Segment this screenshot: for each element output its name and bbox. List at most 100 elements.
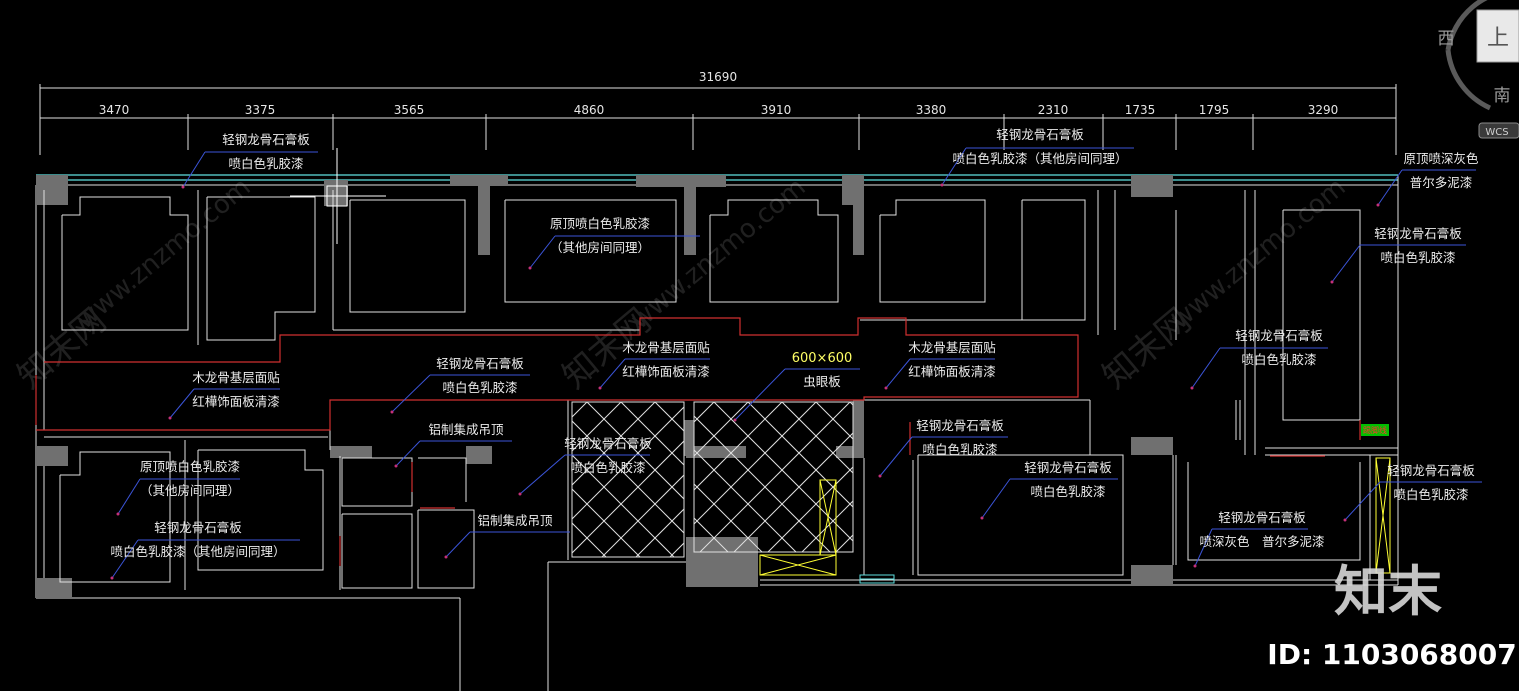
tile-line [572,406,684,520]
leader-endpoint [110,576,114,580]
brand-watermark: 知末 ID: 1103068007 [1267,560,1516,671]
dimension-segment: 3910 [761,103,792,117]
diagonal-tile-grid [496,401,854,558]
leader-endpoint [168,416,172,420]
dimension-segment: 3380 [916,103,947,117]
leader-endpoint [980,516,984,520]
annotation-line2: 喷白色乳胶漆 [228,156,303,171]
leader-endpoint [444,555,448,559]
annotation-callout: 轻钢龙骨石膏板喷白色乳胶漆（其他房间同理） [110,520,300,580]
annotation-line2: 红樺饰面板清漆 [192,394,280,409]
annotation-line2: 喷白色乳胶漆 [1380,250,1455,265]
annotation-line2: 红樺饰面板清漆 [908,364,996,379]
leader-line [182,151,206,188]
annotation-line1: 轻钢龙骨石膏板 [222,132,310,147]
annotation-line1: 轻钢龙骨石膏板 [154,520,242,535]
leader-endpoint [884,386,888,390]
tile-line [694,449,797,552]
annotation-line1: 轻钢龙骨石膏板 [564,436,652,451]
leader-line [395,440,421,467]
leader-endpoint [733,418,737,422]
leader-endpoint [1190,386,1194,390]
tile-line [694,415,831,552]
leader-line [1331,244,1361,283]
annotation-line1: 木龙骨基层面贴 [908,340,996,355]
crosshair-cursor[interactable] [290,148,386,244]
dimension-segment: 3290 [1308,103,1339,117]
dimension-segment: 2310 [1038,103,1069,117]
cad-drawing[interactable]: 知末网 www.znzmo.com 知末网 www.znzmo.com 知末网 … [0,0,1519,691]
tile-line [694,517,729,552]
annotation-callout: 轻钢龙骨石膏板喷白色乳胶漆（其他房间同理） [940,127,1134,187]
annotation-callout: 轻钢龙骨石膏板喷深灰色 普尔多泥漆 [1193,510,1325,568]
viewcube-west-label[interactable]: 西 [1438,29,1455,49]
annotation-line1: 原顶喷深灰色 [1403,151,1479,166]
annotation-line1: 木龙骨基层面贴 [622,340,710,355]
leader-line [117,478,141,515]
annotation-line1: 铝制集成吊顶 [477,513,553,528]
tile-line [713,402,853,542]
annotation-callout: 轻钢龙骨石膏板喷白色乳胶漆 [1190,328,1328,390]
annotation-line1: 轻钢龙骨石膏板 [1235,328,1323,343]
annotation-line2: 普尔多泥漆 [1410,175,1473,190]
annotation-line2: 喷白色乳胶漆 [1393,487,1468,502]
annotation-line1: 木龙骨基层面贴 [192,370,280,385]
annotation-line1: 轻钢龙骨石膏板 [1024,460,1112,475]
annotation-callout: 木龙骨基层面贴红樺饰面板清漆 [168,370,280,420]
dimension-segment: 1795 [1199,103,1230,117]
leader-endpoint [518,492,522,496]
annotation-line2: 虫眼板 [803,374,841,389]
annotation-callout: 轻钢龙骨石膏板喷白色乳胶漆 [390,356,530,414]
dimension-total: 31690 [699,70,737,84]
annotation-line2: （其他房间同理） [550,240,650,255]
annotation-line1: 轻钢龙骨石膏板 [436,356,524,371]
brand-logo: 知末 [1334,560,1442,623]
tile-line [767,466,853,552]
leader-endpoint [528,266,532,270]
viewcube-south-label[interactable]: 南 [1494,86,1511,106]
annotation-line2: 喷白色乳胶漆 [1241,352,1316,367]
annotation-callout: 轻钢龙骨石膏板喷白色乳胶漆 [878,418,1008,478]
annotation-line1: 原顶喷白色乳胶漆 [550,216,650,231]
annotation-line1: 轻钢龙骨石膏板 [1218,510,1306,525]
annotation-line2: 喷白色乳胶漆 [1030,484,1105,499]
tile-line [747,402,853,508]
annotation-line2: 红樺饰面板清漆 [622,364,710,379]
annotation-line1: 铝制集成吊顶 [428,422,504,437]
leader-endpoint [390,410,394,414]
annotation-line2: 喷白色乳胶漆 [922,442,997,457]
leader-line [981,478,1011,519]
tile-line [496,402,646,552]
tile-line [694,402,783,491]
leader-line [1344,481,1381,521]
annotation-callout: 轻钢龙骨石膏板喷白色乳胶漆 [1343,463,1482,522]
leader-line [734,368,786,421]
annotation-line2: 喷深灰色 普尔多泥漆 [1199,534,1324,549]
baseboard-marker: 踢脚线 [1361,424,1389,436]
leader-endpoint [1343,518,1347,522]
tile-line [530,402,680,552]
leader-endpoint [116,512,120,516]
annotation-line2: 喷白色乳胶漆（其他房间同理） [110,544,285,559]
annotation-line2: 喷白色乳胶漆 [570,460,645,475]
tile-line [635,508,684,557]
leader-line [1191,347,1221,389]
wcs-label: WCS [1485,127,1508,138]
leader-line [169,388,195,419]
leader-line [519,454,566,495]
viewcube[interactable]: 上 西 南 WCS [1438,0,1519,139]
annotation-line2: 喷白色乳胶漆 [442,380,517,395]
image-id: ID: 1103068007 [1267,638,1516,671]
leader-endpoint [394,464,398,468]
annotation-callout: 原顶喷深灰色普尔多泥漆 [1376,151,1479,207]
annotation-line1: 原顶喷白色乳胶漆 [140,459,240,474]
leader-endpoint [181,185,185,189]
dimension-segment: 4860 [574,103,605,117]
annotation-callout: 轻钢龙骨石膏板喷白色乳胶漆 [518,436,652,496]
annotation-line1: 轻钢龙骨石膏板 [1374,226,1462,241]
tile-line [572,440,684,554]
watermark-site: www.znzmo.com [1165,172,1351,335]
leader-endpoint [1330,280,1334,284]
tile-line [572,402,656,486]
leader-endpoint [878,474,882,478]
